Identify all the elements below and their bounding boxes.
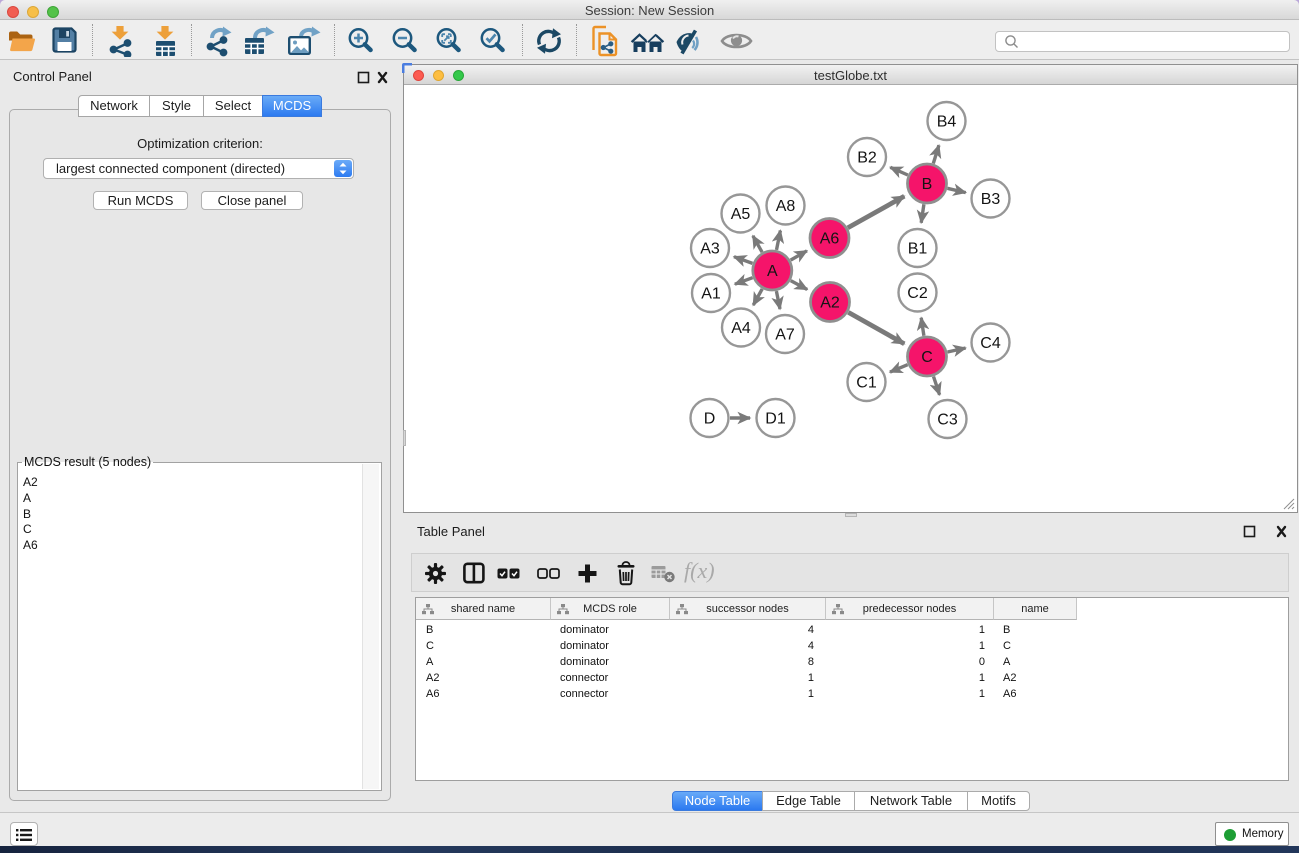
svg-text:C2: C2 xyxy=(907,285,928,302)
svg-text:B2: B2 xyxy=(857,150,877,167)
svg-text:A4: A4 xyxy=(731,320,751,337)
svg-text:A2: A2 xyxy=(820,295,840,312)
svg-text:B3: B3 xyxy=(981,191,1001,208)
svg-text:B1: B1 xyxy=(908,241,928,258)
svg-text:A7: A7 xyxy=(775,327,795,344)
svg-text:A5: A5 xyxy=(731,206,751,223)
svg-text:C3: C3 xyxy=(937,412,958,429)
svg-text:C1: C1 xyxy=(856,375,877,392)
svg-text:B: B xyxy=(922,176,933,193)
svg-text:C4: C4 xyxy=(980,335,1001,352)
svg-text:C: C xyxy=(921,349,933,366)
svg-text:A6: A6 xyxy=(820,231,840,248)
svg-text:B4: B4 xyxy=(937,114,957,131)
svg-text:A1: A1 xyxy=(701,286,721,303)
svg-text:D1: D1 xyxy=(765,411,786,428)
svg-text:A3: A3 xyxy=(700,241,720,258)
svg-text:A: A xyxy=(767,263,778,280)
svg-text:D: D xyxy=(704,411,716,428)
svg-text:A8: A8 xyxy=(776,198,796,215)
